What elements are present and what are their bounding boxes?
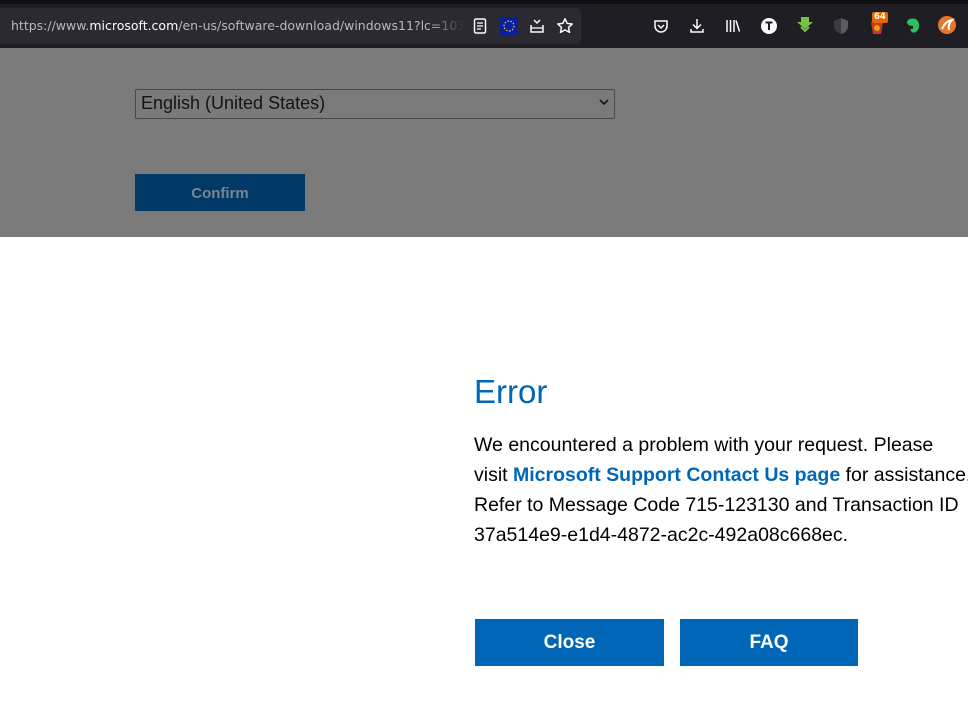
error-message-line-4: 37a514e9-e1d4-4872-ac2c-492a08c668ec. [474,524,849,546]
url-prefix: https://www. [11,18,90,33]
addon-badge-count: 64 [872,12,888,23]
language-selected-value: English (United States) [141,93,326,113]
error-message-visit: visit [474,464,513,486]
downloads-icon[interactable] [687,16,707,36]
privacy-shield-icon[interactable] [831,16,851,36]
download-helper-icon[interactable] [795,15,815,35]
url-text[interactable]: https://www.microsoft.com/en-us/software… [11,18,464,36]
dialog-title: Error [474,373,548,410]
error-message: We encountered a problem with your reque… [474,430,968,550]
browser-toolbar: https://www.microsoft.com/en-us/software… [0,0,968,48]
address-bar[interactable]: https://www.microsoft.com/en-us/software… [0,8,581,44]
faq-button[interactable]: FAQ [680,619,858,666]
error-message-assistance: for assistance. [840,464,968,486]
firefox-account-icon[interactable] [937,15,957,35]
error-message-line-1: We encountered a problem with your reque… [474,434,934,456]
reader-view-icon[interactable] [470,16,490,36]
pocket-icon[interactable] [651,16,671,36]
url-host: microsoft.com [89,18,179,33]
dimmed-page-background: English (United States) Confirm [0,48,968,239]
confirm-button[interactable]: Confirm [135,174,305,211]
extension-icon[interactable] [499,16,519,36]
chevron-down-icon [598,92,610,118]
evernote-icon[interactable] [903,16,923,36]
close-button[interactable]: Close [475,619,664,666]
translate-extension-icon[interactable] [759,16,779,36]
bookmark-star-icon[interactable] [555,16,575,36]
url-path: /en-us/software-download/windows11?lc=10… [178,18,464,33]
error-message-line-3: Refer to Message Code 715-123130 and Tra… [474,494,959,516]
library-icon[interactable] [723,16,743,36]
picture-in-picture-icon[interactable] [527,16,547,36]
tab-strip-edge [0,0,968,4]
support-contact-link[interactable]: Microsoft Support Contact Us page [513,464,840,486]
error-message-line-2: visit Microsoft Support Contact Us page … [474,460,968,490]
language-select[interactable]: English (United States) [135,89,615,119]
